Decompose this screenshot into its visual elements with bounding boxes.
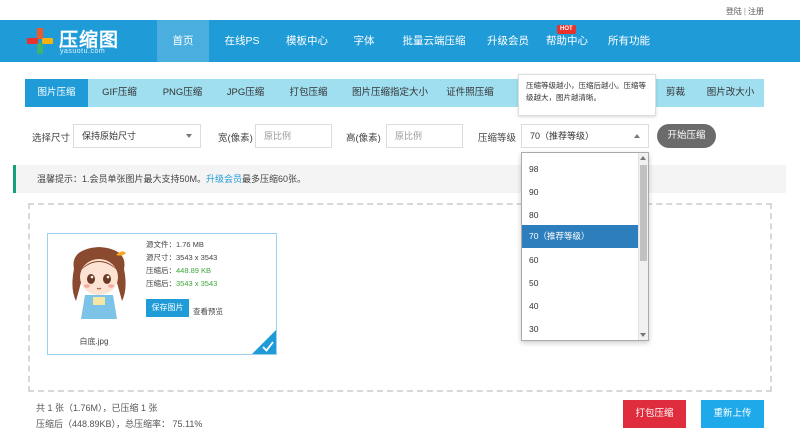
summary-ratio: 压缩后（448.89KB），总压缩率： 75.11%	[36, 419, 203, 429]
tab-resize-image[interactable]: 图片改大小	[697, 79, 764, 107]
file-info: 源文件：1.76 MB 源尺寸：3543 x 3543 压缩后：448.89 K…	[146, 238, 217, 290]
nav-item-home[interactable]: 首页	[157, 20, 209, 62]
level-option-40[interactable]: 40	[522, 295, 639, 318]
level-option-30[interactable]: 30	[522, 318, 639, 340]
start-compress-button[interactable]: 开始压缩	[657, 124, 716, 148]
scroll-up-icon[interactable]	[640, 156, 646, 160]
level-option-50[interactable]: 50	[522, 272, 639, 295]
notice-text: 温馨提示：1.会员单张图片最大支持50M。	[37, 174, 207, 184]
tab-pack-compress[interactable]: 打包压缩	[277, 79, 340, 107]
width-input[interactable]	[264, 131, 331, 141]
height-field[interactable]	[386, 124, 463, 148]
nav-item-upgrade-vip[interactable]: 升级会员	[479, 20, 537, 62]
level-tooltip: 压缩等级越小，压缩后越小。压缩等级越大，图片越清晰。	[518, 74, 656, 116]
register-link[interactable]: 注册	[748, 7, 764, 16]
chevron-up-icon	[634, 134, 640, 138]
tab-image-compress[interactable]: 图片压缩	[25, 79, 88, 107]
nav-item-online-ps[interactable]: 在线PS	[209, 20, 275, 62]
level-dropdown[interactable]: 98 90 80 70（推荐等级） 60 50 40 30	[521, 152, 649, 341]
selected-check-icon	[252, 330, 276, 354]
level-select-value: 70（推荐等级）	[530, 131, 595, 141]
nav-item-all-features[interactable]: 所有功能	[597, 20, 661, 62]
size-select[interactable]: 保持原始尺寸	[73, 124, 201, 148]
scroll-down-icon[interactable]	[640, 333, 646, 337]
compressed-size-value: 3543 x 3543	[176, 279, 218, 288]
level-option-70[interactable]: 70（推荐等级）	[522, 225, 639, 248]
preview-link[interactable]: 查看预览	[193, 306, 223, 317]
pack-compress-button[interactable]: 打包压缩	[623, 400, 686, 428]
summary-count: 共 1 张（1.76M），已压缩 1 张	[36, 403, 158, 413]
notice-bar: 温馨提示：1.会员单张图片最大支持50M。升级会员最多压缩60张。	[13, 165, 786, 193]
scrollbar-thumb[interactable]	[640, 165, 647, 261]
compressed-label: 压缩后：	[146, 266, 176, 275]
level-label: 压缩等级	[478, 133, 517, 144]
top-strip: 登陆 | 注册	[0, 0, 800, 20]
compressed-value: 448.89 KB	[176, 266, 212, 275]
login-link[interactable]: 登陆	[726, 7, 742, 16]
width-label: 宽(像素)	[218, 133, 253, 144]
tab-jpg-compress[interactable]: JPG压缩	[214, 79, 277, 107]
tab-compress-to-size[interactable]: 图片压缩指定大小	[340, 79, 440, 107]
source-size-value: 3543 x 3543	[176, 253, 218, 262]
logo-cross-icon	[27, 28, 53, 54]
save-image-button[interactable]: 保存图片	[146, 299, 189, 317]
dropdown-scrollbar[interactable]	[638, 153, 648, 340]
image-thumbnail[interactable]	[60, 239, 138, 323]
source-file-value: 1.76 MB	[176, 240, 204, 249]
size-select-value: 保持原始尺寸	[82, 131, 137, 141]
file-name: 白底.jpg	[79, 337, 109, 346]
level-option-90[interactable]: 90	[522, 181, 639, 204]
tab-png-compress[interactable]: PNG压缩	[151, 79, 214, 107]
level-option-60[interactable]: 60	[522, 249, 639, 272]
chevron-down-icon	[186, 134, 192, 138]
size-label: 选择尺寸	[32, 133, 71, 144]
hot-badge: HOT	[557, 25, 576, 34]
nav-item-templates[interactable]: 模板中心	[275, 20, 339, 62]
nav-item-fonts[interactable]: 字体	[339, 20, 389, 62]
level-option-80[interactable]: 80	[522, 204, 639, 227]
reupload-button[interactable]: 重新上传	[701, 400, 764, 428]
compressed-size-label: 压缩后：	[146, 279, 176, 288]
main-navbar: 压缩图 yasuotu.com 首页 在线PS 模板中心 字体 批量云端压缩 升…	[0, 20, 800, 62]
level-select[interactable]: 70（推荐等级）	[521, 124, 649, 148]
logo-subtitle: yasuotu.com	[60, 48, 106, 55]
width-field[interactable]	[255, 124, 332, 148]
auth-links: 登陆 | 注册	[726, 6, 764, 17]
nav-item-batch-cloud-compress[interactable]: 批量云端压缩	[389, 20, 479, 62]
notice-suffix: 最多压缩60张。	[242, 174, 307, 184]
source-file-label: 源文件：	[146, 240, 176, 249]
height-label: 高(像素)	[346, 133, 381, 144]
height-input[interactable]	[395, 131, 462, 141]
tab-gif-compress[interactable]: GIF压缩	[88, 79, 151, 107]
file-card: 源文件：1.76 MB 源尺寸：3543 x 3543 压缩后：448.89 K…	[47, 233, 277, 355]
nav-items: 首页 在线PS 模板中心 字体 批量云端压缩 升级会员 帮助中心 所有功能	[157, 20, 661, 62]
source-size-label: 源尺寸：	[146, 253, 176, 262]
tab-id-photo-compress[interactable]: 证件照压缩	[440, 79, 500, 107]
upgrade-vip-link[interactable]: 升级会员	[206, 174, 242, 184]
site-logo[interactable]: 压缩图 yasuotu.com	[27, 23, 137, 59]
auth-separator: |	[743, 7, 746, 16]
level-option-98[interactable]: 98	[522, 158, 639, 181]
